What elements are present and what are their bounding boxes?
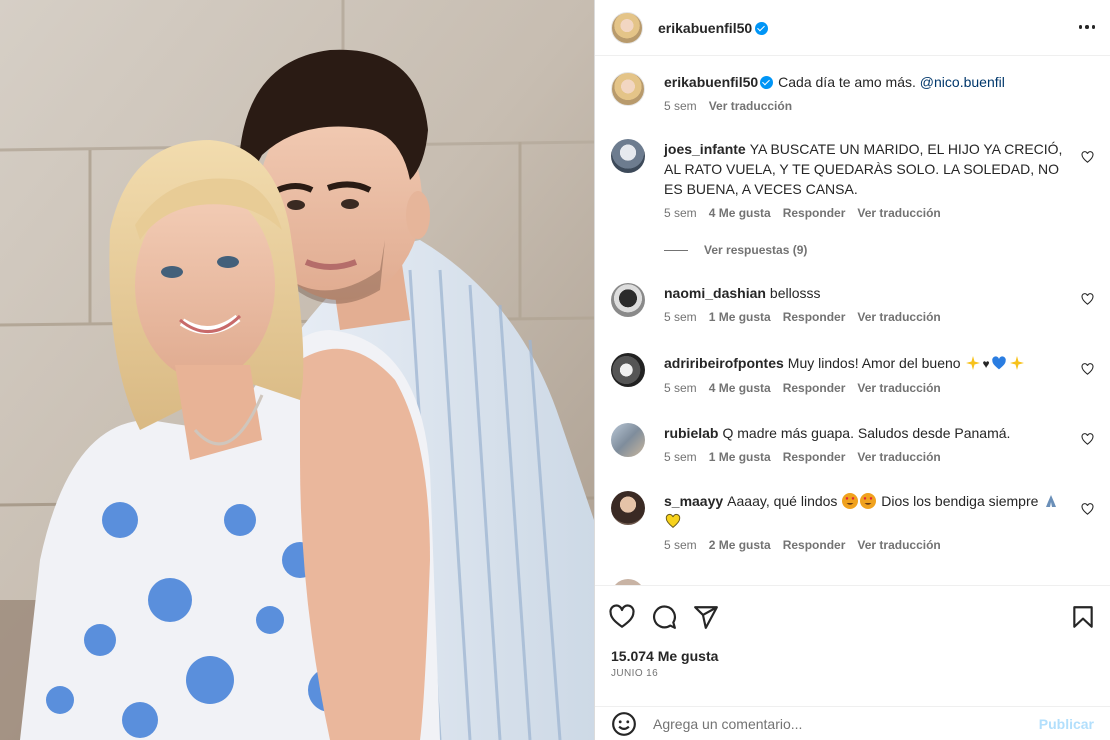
- comments-list[interactable]: erikabuenfil50 Cada día te amo más. @nico…: [595, 57, 1110, 585]
- comment-item: rubielab Q madre más guapa. Saludos desde…: [611, 423, 1094, 473]
- author-name-wrap: erikabuenfil50: [658, 20, 769, 36]
- comment-item: naomi_dashian bellosss 5 sem 1 Me gusta Res…: [611, 283, 1094, 333]
- translate-button[interactable]: Ver traducción: [857, 450, 940, 464]
- verified-badge-icon: [755, 21, 769, 35]
- reply-button[interactable]: Responder: [783, 450, 846, 464]
- like-comment-heart-icon[interactable]: [1081, 293, 1094, 305]
- sparkles-emoji-icon: [1009, 355, 1025, 371]
- caption-username[interactable]: erikabuenfil50: [664, 74, 758, 90]
- commenter-avatar[interactable]: [611, 283, 645, 317]
- caption-mention[interactable]: @nico.buenfil: [920, 74, 1005, 90]
- comment-body: joes_infante YA BUSCATE UN MARIDO, EL HIJ…: [664, 139, 1070, 221]
- comment-likes[interactable]: 1 Me gusta: [709, 450, 771, 464]
- comment-likes[interactable]: 4 Me gusta: [709, 381, 771, 395]
- comment-likes[interactable]: 1 Me gusta: [709, 310, 771, 324]
- share-icon[interactable]: [693, 604, 719, 630]
- comment-meta: 5 sem 2 Me gusta Responder Ver traducción: [664, 537, 1070, 553]
- translate-button[interactable]: Ver traducción: [857, 381, 940, 395]
- reply-button[interactable]: Responder: [783, 381, 846, 395]
- comment-text-start: Aaaay, qué lindos: [727, 493, 838, 509]
- comment-username[interactable]: rubielab: [664, 425, 718, 441]
- reply-button[interactable]: Responder: [783, 206, 846, 220]
- comment-time[interactable]: 5 sem: [664, 206, 697, 220]
- comment-time[interactable]: 5 sem: [664, 310, 697, 324]
- comment-item: s_maayy Aaaay, qué lindos Dios los bendig…: [611, 491, 1094, 561]
- view-replies-button[interactable]: Ver respuestas (9): [664, 243, 807, 257]
- post-actions: 15.074 Me gusta JUNIO 16 Publicar: [595, 585, 1110, 740]
- black-heart-emoji-icon: ♥: [982, 357, 990, 371]
- comment-meta: 5 sem 4 Me gusta Responder Ver traducción: [664, 380, 1070, 396]
- commenter-avatar[interactable]: [611, 353, 645, 387]
- caption-avatar[interactable]: [611, 72, 645, 106]
- translate-button[interactable]: Ver traducción: [857, 538, 940, 552]
- comment-input[interactable]: [653, 716, 1039, 732]
- comment-text: Q madre más guapa. Saludos desde Panamá.: [722, 425, 1011, 441]
- heart-eyes-emoji-icon: [860, 493, 877, 509]
- view-replies-label[interactable]: Ver respuestas (9): [704, 243, 807, 257]
- emoji-smile-icon[interactable]: [611, 711, 637, 737]
- add-comment-bar: Publicar: [595, 706, 1110, 740]
- like-comment-heart-icon[interactable]: [1081, 363, 1094, 375]
- like-comment-heart-icon[interactable]: [1081, 433, 1094, 445]
- author-username[interactable]: erikabuenfil50: [658, 20, 752, 36]
- commenter-avatar[interactable]: [611, 491, 645, 525]
- commenter-avatar[interactable]: [611, 423, 645, 457]
- comment-body: naomi_dashian bellosss 5 sem 1 Me gusta Res…: [664, 283, 1070, 325]
- comment-username[interactable]: joes_infante: [664, 141, 746, 157]
- comment-text: bellosss: [769, 285, 821, 301]
- author-avatar[interactable]: [611, 11, 643, 44]
- post-caption: erikabuenfil50 Cada día te amo más. @nico…: [611, 72, 1094, 132]
- comment-text-end: Dios los bendiga siempre: [881, 493, 1039, 509]
- comment-time[interactable]: 5 sem: [664, 381, 697, 395]
- comment-time[interactable]: 5 sem: [664, 538, 697, 552]
- comment-body: rubielab Q madre más guapa. Saludos desde…: [664, 423, 1070, 465]
- like-comment-heart-icon[interactable]: [1081, 503, 1094, 515]
- verified-badge-icon: [760, 76, 774, 89]
- caption-text: Cada día te amo más.: [778, 74, 916, 90]
- likes-count[interactable]: 15.074 Me gusta: [611, 648, 718, 664]
- comment-meta: 5 sem 4 Me gusta Responder Ver traducción: [664, 205, 1070, 221]
- comment-username[interactable]: naomi_dashian: [664, 285, 766, 301]
- commenter-avatar[interactable]: [611, 139, 645, 173]
- comment-username[interactable]: s_maayy: [664, 493, 723, 509]
- comment-body: adriribeirofpontes Muy lindos! Amor del b…: [664, 353, 1070, 396]
- comment-item: adriribeirofpontes Muy lindos! Amor del b…: [611, 353, 1094, 403]
- sparkles-emoji-icon: [965, 355, 981, 371]
- heart-eyes-emoji-icon: [842, 493, 859, 509]
- translate-button[interactable]: Ver traducción: [857, 206, 940, 220]
- publish-button[interactable]: Publicar: [1039, 716, 1094, 732]
- reply-button[interactable]: Responder: [783, 310, 846, 324]
- comment-icon[interactable]: [651, 604, 677, 630]
- comment-likes[interactable]: 4 Me gusta: [709, 206, 771, 220]
- caption-time[interactable]: 5 sem: [664, 99, 697, 113]
- folded-hands-emoji-icon: [1043, 493, 1059, 509]
- caption-translate[interactable]: Ver traducción: [709, 99, 792, 113]
- bookmark-icon[interactable]: [1070, 604, 1096, 630]
- comment-text: Muy lindos! Amor del bueno: [787, 355, 961, 371]
- more-options-icon[interactable]: [1076, 16, 1098, 38]
- post-photo[interactable]: [0, 0, 594, 740]
- reply-button[interactable]: Responder: [783, 538, 846, 552]
- comment-item: joes_infante YA BUSCATE UN MARIDO, EL HIJ…: [611, 139, 1094, 229]
- comment-meta: 5 sem 1 Me gusta Responder Ver traducción: [664, 309, 1070, 325]
- caption-body: erikabuenfil50 Cada día te amo más. @nico…: [664, 72, 1070, 114]
- comment-body: s_maayy Aaaay, qué lindos Dios los bendig…: [664, 491, 1070, 553]
- post-image: [0, 0, 594, 740]
- caption-meta: 5 sem Ver traducción: [664, 98, 1070, 114]
- post-date[interactable]: JUNIO 16: [611, 668, 658, 679]
- post-side-panel: erikabuenfil50 erikabuenfil50 Cada día te…: [594, 0, 1110, 740]
- comment-username[interactable]: adriribeirofpontes: [664, 355, 784, 371]
- comment-likes[interactable]: 2 Me gusta: [709, 538, 771, 552]
- yellow-heart-emoji-icon: [665, 513, 681, 529]
- heart-icon[interactable]: [609, 604, 635, 630]
- translate-button[interactable]: Ver traducción: [857, 310, 940, 324]
- comment-time[interactable]: 5 sem: [664, 450, 697, 464]
- like-comment-heart-icon[interactable]: [1081, 151, 1094, 163]
- blue-heart-emoji-icon: [991, 355, 1007, 371]
- action-icons: [609, 604, 1096, 630]
- comment-meta: 5 sem 1 Me gusta Responder Ver traducción: [664, 449, 1070, 465]
- post-header: erikabuenfil50: [595, 0, 1110, 56]
